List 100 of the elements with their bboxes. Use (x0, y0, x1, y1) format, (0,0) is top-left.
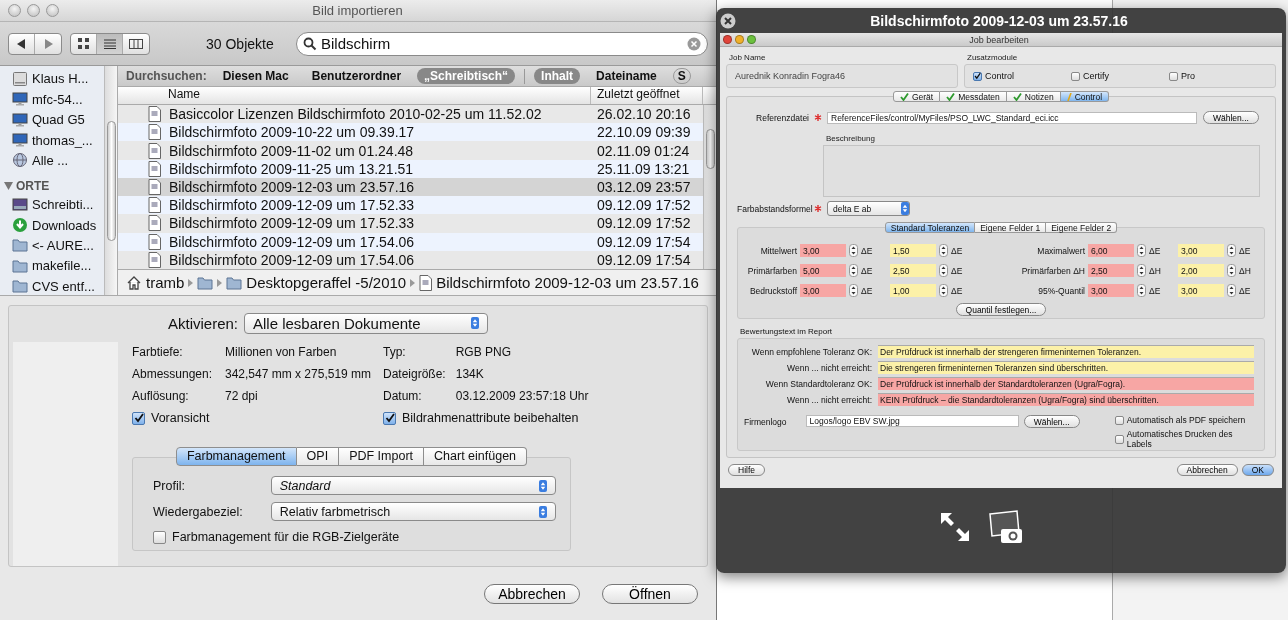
sidebar-item[interactable]: Quad G5 (4, 110, 104, 129)
scope-button[interactable]: Diesen Mac (215, 68, 296, 84)
scope-button[interactable]: „Schreibtisch“ (417, 68, 516, 84)
choose-button[interactable]: Wählen... (1203, 111, 1259, 124)
tab[interactable]: OPI (296, 447, 340, 466)
tolerance-field[interactable]: 5,00 (800, 264, 846, 277)
logo-field[interactable]: Logos/logo EBV SW.jpg (805, 415, 1019, 427)
checkbox-label[interactable]: Bildrahmenattribute beibehalten (402, 411, 579, 425)
clear-icon[interactable] (687, 36, 701, 51)
quantile-button[interactable]: Quantil festlegen... (955, 303, 1047, 316)
report-text-field[interactable]: Der Prüfdruck ist innerhalb der strengeren firmeninternen Toleranzen. (878, 345, 1254, 358)
checkbox[interactable] (153, 530, 166, 544)
tab[interactable]: PDF Import (339, 447, 425, 466)
stepper-arrows[interactable] (1227, 244, 1236, 257)
dialog-button[interactable]: Öffnen (602, 584, 698, 604)
back-forward-control[interactable] (8, 32, 62, 55)
sidebar-item[interactable]: Schreibti... (4, 195, 104, 214)
tolerance-field[interactable]: 3,00 (800, 284, 846, 297)
photo-camera-icon[interactable] (989, 509, 1023, 544)
checkbox-label[interactable]: Control (985, 71, 1014, 81)
popup-menu[interactable]: Relativ farbmetrisch (270, 502, 556, 521)
dialog-button[interactable]: Abbrechen (484, 584, 580, 604)
stepper-arrows[interactable] (1137, 264, 1146, 277)
search-field[interactable]: Bildschirm (296, 31, 708, 56)
dialog-button[interactable]: Abbrechen (1176, 464, 1238, 476)
tolerance-field[interactable]: 2,00 (1178, 264, 1224, 277)
checkbox[interactable] (1114, 415, 1124, 425)
stepper-arrows[interactable] (939, 284, 948, 297)
stepper-arrows[interactable] (939, 244, 948, 257)
stepper-arrows[interactable] (939, 264, 948, 277)
stepper-arrows[interactable] (849, 244, 858, 257)
checkbox-label[interactable]: Certify (1083, 71, 1109, 81)
sidebar-item[interactable]: Klaus H... (4, 70, 104, 88)
checkbox[interactable] (973, 71, 982, 81)
tolerance-field[interactable]: 1,50 (890, 244, 936, 257)
tab[interactable]: Chart einfügen (424, 447, 528, 466)
path-item[interactable]: Desktopgeraffel -5/2010 (226, 274, 407, 291)
choose-button[interactable]: Wählen... (1023, 415, 1080, 428)
sidebar-item[interactable]: Downloads (4, 216, 104, 234)
checkbox-label[interactable]: Voransicht (151, 411, 210, 425)
checkbox[interactable] (1071, 71, 1080, 81)
stepper-arrows[interactable] (849, 284, 858, 297)
path-item[interactable] (197, 274, 214, 291)
column-header[interactable]: Zuletzt geöffnet (591, 87, 703, 104)
reference-file-field[interactable]: ReferenceFiles/control/MyFiles/PSO_LWC_Standard_eci.icc (827, 111, 1197, 124)
dialog-button[interactable]: OK (1241, 464, 1274, 476)
file-row[interactable]: Bildschirmfoto 2009-12-09 um 17.54.06 09.12.09 17:54 (118, 232, 703, 251)
sidebar-item[interactable]: Alle ... (4, 151, 104, 170)
view-mode-control[interactable] (70, 32, 150, 55)
checkbox[interactable] (1114, 434, 1124, 444)
sidebar-item[interactable]: <- AURE... (4, 236, 104, 255)
sidebar-item[interactable]: thomas_... (4, 131, 104, 149)
report-text-field[interactable]: KEIN Prüfdruck – die Standardtoleranzen (Ugra/Fogra) sind überschritten. (878, 393, 1254, 406)
tab[interactable]: Farbmanagement (175, 447, 297, 466)
sidebar-item[interactable]: makefile... (4, 257, 104, 275)
stepper-arrows[interactable] (1137, 284, 1146, 297)
back-icon[interactable] (17, 38, 26, 49)
scope-button[interactable]: Benutzerordner (304, 68, 409, 84)
tolerance-field[interactable]: 3,00 (1178, 284, 1224, 297)
report-text-field[interactable]: Der Prüfdruck ist innerhalb der Standardtoleranzen (Ugra/Fogra). (878, 377, 1254, 390)
file-row[interactable]: Bildschirmfoto 2009-12-09 um 17.52.33 09.12.09 17:52 (118, 196, 703, 215)
sidebar-item[interactable]: mfc-54... (4, 90, 104, 108)
tolerance-field[interactable]: 6,00 (1088, 244, 1134, 257)
checkbox-label[interactable]: Automatisches Drucken des Labels (1126, 429, 1254, 449)
dialog-button[interactable]: Hilfe (728, 464, 765, 476)
checkbox[interactable] (383, 411, 396, 425)
stepper-arrows[interactable] (1227, 284, 1236, 297)
tolerance-field[interactable]: 3,00 (1088, 284, 1134, 297)
formula-popup[interactable]: delta E ab (827, 201, 910, 216)
search-field-option[interactable]: Dateiname (589, 68, 664, 84)
tolerance-field[interactable]: 3,00 (800, 244, 846, 257)
search-field-option[interactable]: Inhalt (534, 68, 581, 84)
file-row[interactable]: Bildschirmfoto 2009-11-02 um 01.24.48 02.11.09 01:24 (118, 141, 703, 160)
stepper-arrows[interactable] (1137, 244, 1146, 257)
checkbox[interactable] (132, 411, 145, 425)
path-item[interactable]: tramb (126, 274, 185, 291)
checkbox-label[interactable]: Farbmanagement für die RGB-Zielgeräte (172, 530, 400, 544)
file-row[interactable]: Basiccolor Lizenzen Bildschirmfoto 2010-02-25 um 11.52.02 26.02.10 20:16 (118, 105, 703, 124)
popup-menu[interactable]: Standard (270, 476, 556, 495)
column-header[interactable]: Name (118, 87, 591, 104)
scrollbar[interactable] (703, 105, 716, 269)
tolerance-field[interactable]: 2,50 (890, 264, 936, 277)
checkbox-label[interactable]: Automatisch als PDF speichern (1126, 415, 1246, 425)
description-field[interactable] (823, 145, 1260, 197)
file-row[interactable]: Bildschirmfoto 2009-12-09 um 17.52.33 09.12.09 17:52 (118, 214, 703, 233)
file-row[interactable]: Bildschirmfoto 2009-11-25 um 13.21.51 25.11.09 13:21 (118, 159, 703, 178)
file-row[interactable]: Bildschirmfoto 2009-10-22 um 09.39.17 22.10.09 09:39 (118, 123, 703, 142)
view-mode-button[interactable] (97, 33, 123, 54)
file-row[interactable]: Bildschirmfoto 2009-12-09 um 17.54.06 09.12.09 17:54 (118, 250, 703, 269)
stepper-arrows[interactable] (849, 264, 858, 277)
fullscreen-icon[interactable] (939, 510, 971, 543)
sidebar-item[interactable]: CVS entf... (4, 277, 104, 295)
tolerance-field[interactable]: 3,00 (1178, 244, 1224, 257)
activate-popup[interactable]: Alle lesbaren Dokumente (244, 312, 488, 334)
close-icon[interactable] (720, 12, 736, 29)
forward-icon[interactable] (43, 38, 53, 49)
tolerance-field[interactable]: 1,00 (890, 284, 936, 297)
scrollbar[interactable] (104, 66, 117, 295)
checkbox[interactable] (1169, 71, 1178, 81)
report-text-field[interactable]: Die strengeren firmeninternen Toleranzen sind überschritten. (878, 361, 1254, 374)
